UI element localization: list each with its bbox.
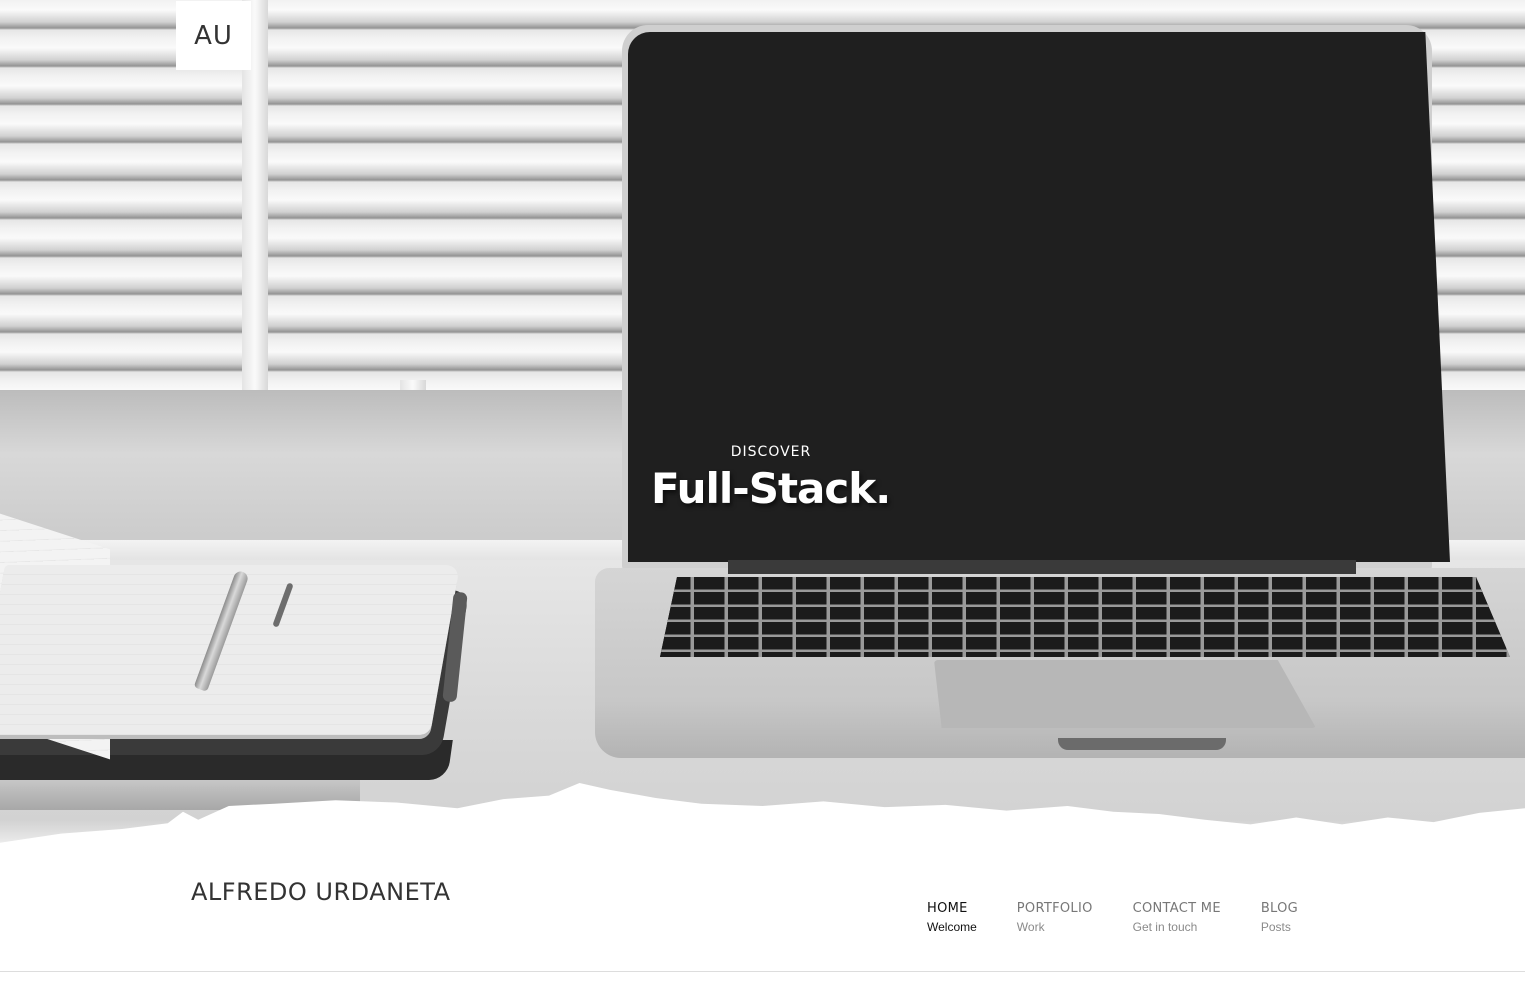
laptop-notch <box>1058 738 1226 750</box>
divider <box>0 971 1525 972</box>
laptop-keyboard <box>660 577 1510 657</box>
header-bar: ALFREDO URDANETA HOME Welcome PORTFOLIO … <box>0 862 1525 972</box>
hero-text: DISCOVER Full-Stack. <box>651 444 891 512</box>
hero-kicker: DISCOVER <box>730 444 812 460</box>
nav-item-subtitle: Work <box>1016 920 1045 934</box>
hero-background-image: DISCOVER Full-Stack. <box>0 0 1525 870</box>
nav-item-subtitle: Posts <box>1260 920 1291 934</box>
page: DISCOVER Full-Stack. AU ALFREDO URDANETA… <box>0 0 1525 983</box>
laptop-hinge <box>728 560 1356 574</box>
nav-item-home[interactable]: HOME Welcome <box>927 900 977 936</box>
nav-item-subtitle: Get in touch <box>1132 920 1198 934</box>
site-name: ALFREDO URDANETA <box>191 878 451 906</box>
nav-item-label: HOME <box>927 901 968 916</box>
nav-item-blog[interactable]: BLOG Posts <box>1261 900 1298 936</box>
nav-item-label: BLOG <box>1260 901 1299 916</box>
logo-text: AU <box>194 20 233 51</box>
main-nav: HOME Welcome PORTFOLIO Work CONTACT ME G… <box>927 900 1298 936</box>
logo-link[interactable]: AU <box>176 1 251 70</box>
nav-item-label: PORTFOLIO <box>1016 901 1093 916</box>
laptop-trackpad <box>934 660 1316 728</box>
nav-item-contact-me[interactable]: CONTACT ME Get in touch <box>1133 900 1221 936</box>
nav-item-subtitle: Welcome <box>927 920 977 934</box>
nav-item-portfolio[interactable]: PORTFOLIO Work <box>1017 900 1093 936</box>
nav-item-label: CONTACT ME <box>1132 901 1221 916</box>
hero-title: Full-Stack. <box>651 464 891 513</box>
